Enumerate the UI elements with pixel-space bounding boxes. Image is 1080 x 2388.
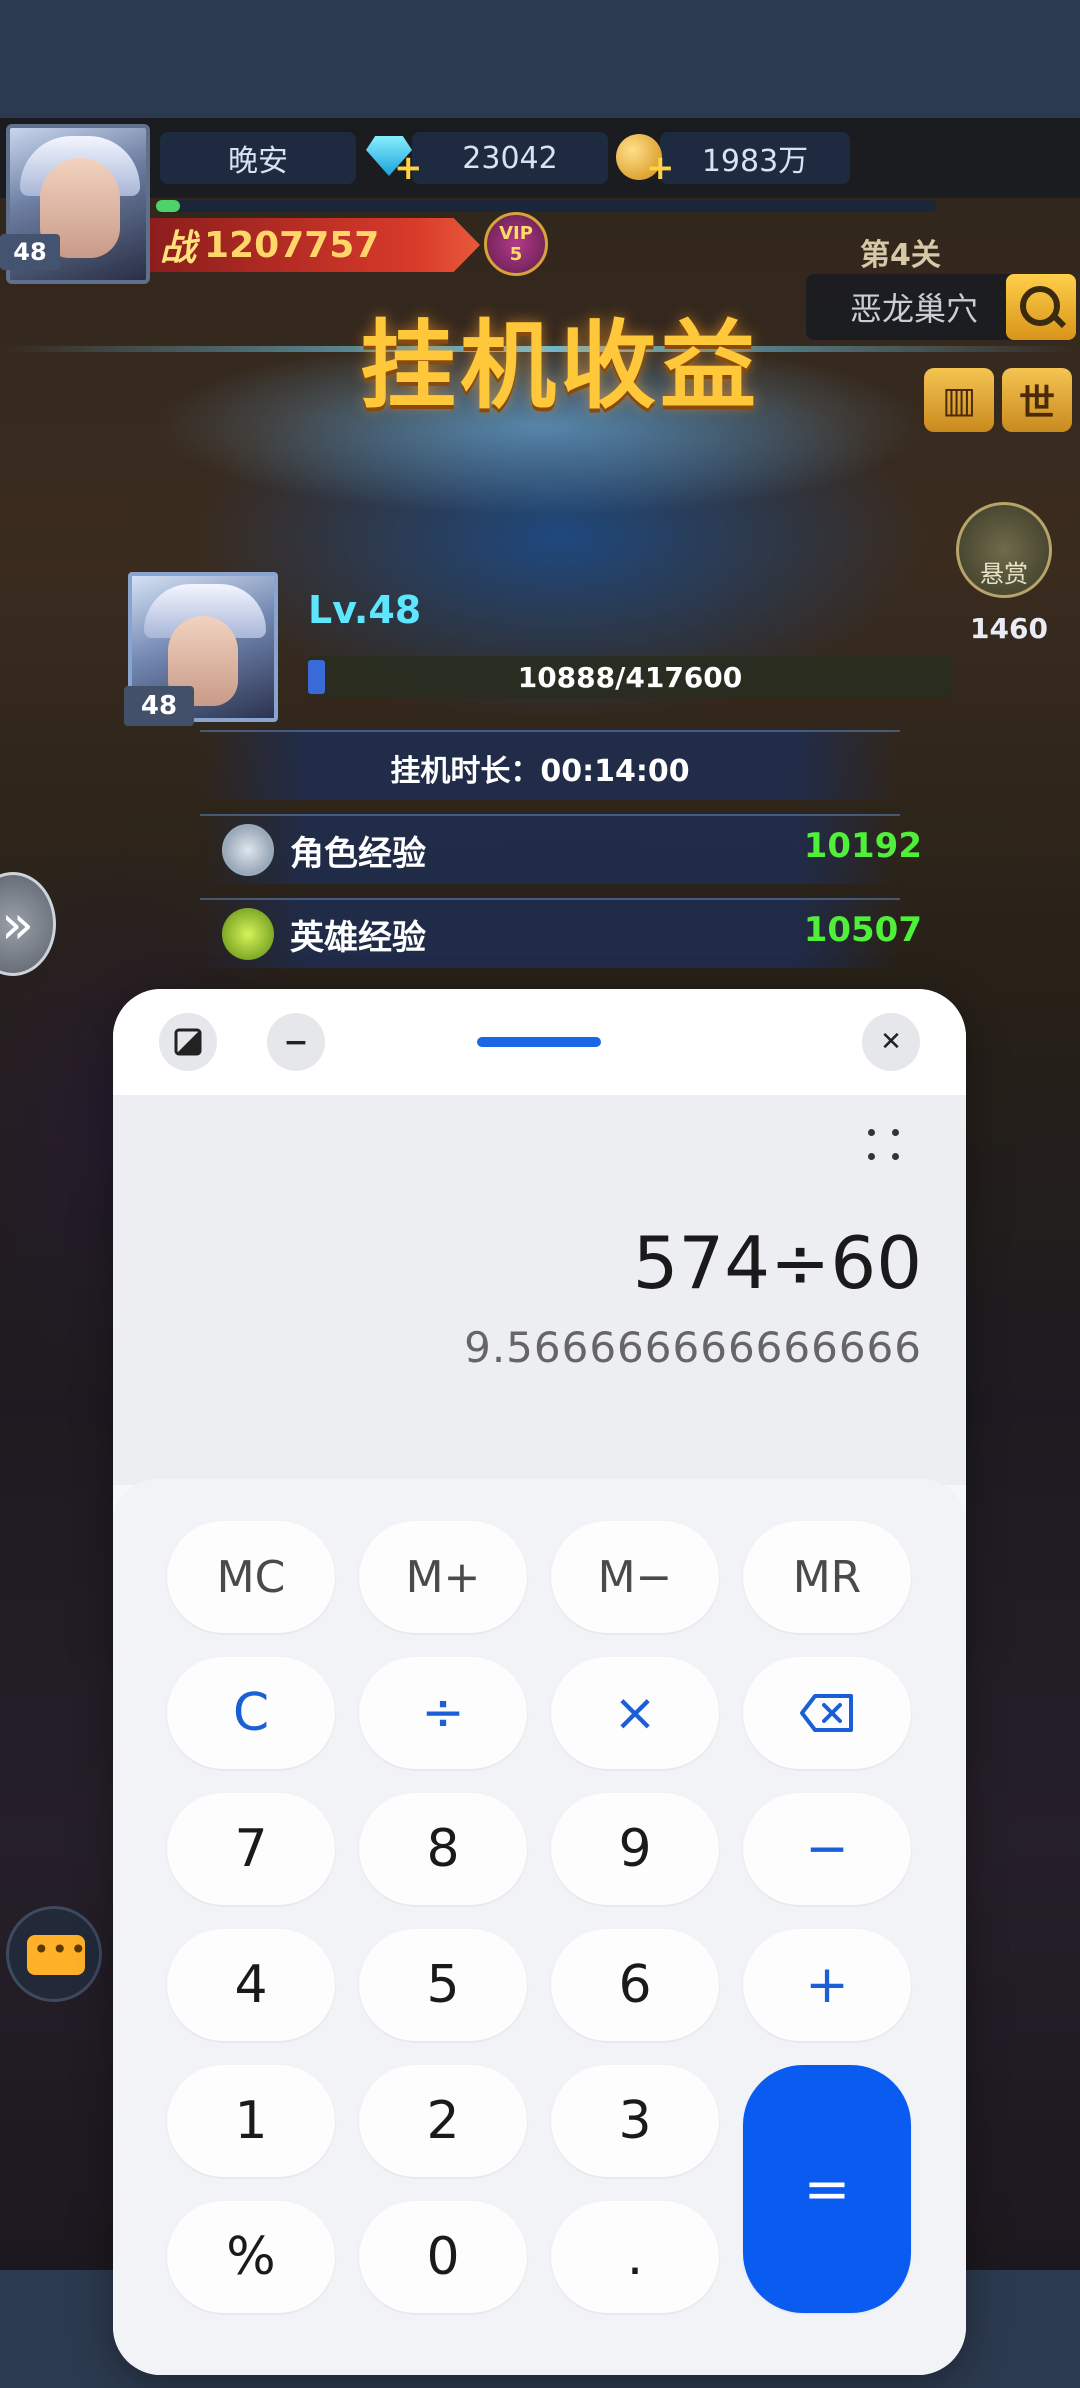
key-5[interactable]: 5	[359, 1929, 527, 2041]
result-preview: 9.566666666666666	[464, 1323, 922, 1372]
expression: 574÷60	[632, 1221, 922, 1305]
bounty-value: 1460	[970, 612, 1048, 645]
hero-exp-text: 10888/417600	[517, 660, 743, 694]
m-minus-button[interactable]: M−	[551, 1521, 719, 1633]
keypad: MC M+ M− MR C ÷ × 7 8 9 − 4 5 6 + 1 2 3 …	[113, 1479, 966, 2375]
plus-button[interactable]: +	[743, 1929, 911, 2041]
percent-button[interactable]: %	[167, 2201, 335, 2313]
vip-label: VIP	[499, 223, 533, 244]
calculator-display: 574÷60 9.566666666666666	[113, 1095, 966, 1485]
m-plus-button[interactable]: M+	[359, 1521, 527, 1633]
key-4[interactable]: 4	[167, 1929, 335, 2041]
more-options-icon[interactable]	[864, 1125, 904, 1165]
vip-badge[interactable]: VIP 5	[484, 212, 548, 276]
equals-button[interactable]: =	[743, 2065, 911, 2313]
key-8[interactable]: 8	[359, 1793, 527, 1905]
key-2[interactable]: 2	[359, 2065, 527, 2177]
reward-label-hero-exp: 英雄经验	[290, 918, 426, 958]
minus-button[interactable]: −	[743, 1793, 911, 1905]
calculator-window: − ✕ 574÷60 9.566666666666666 MC M+ M− MR…	[113, 989, 966, 2375]
hero-level-badge: 48	[124, 686, 194, 726]
search-icon[interactable]	[1006, 274, 1076, 340]
key-9[interactable]: 9	[551, 1793, 719, 1905]
multiply-button[interactable]: ×	[551, 1657, 719, 1769]
close-button[interactable]: ✕	[862, 1013, 920, 1071]
hero-exp-bar: 10888/417600	[308, 656, 952, 698]
gold-add-icon[interactable]	[612, 130, 675, 188]
reward-label-exp: 角色经验	[290, 834, 426, 874]
mr-button[interactable]: MR	[743, 1521, 911, 1633]
drag-handle[interactable]	[477, 1037, 601, 1047]
window-mode-glyph	[174, 1028, 202, 1056]
exp-icon	[222, 824, 274, 876]
gold-count: 1983万	[660, 132, 850, 184]
diamond-count: 23042	[412, 132, 608, 184]
chat-icon[interactable]	[6, 1906, 102, 2002]
clear-button[interactable]: C	[167, 1657, 335, 1769]
key-1[interactable]: 1	[167, 2065, 335, 2177]
backspace-button[interactable]	[743, 1657, 911, 1769]
status-bar-area	[0, 0, 1080, 118]
world-button[interactable]: 世	[1002, 368, 1072, 432]
stage-label: 第4关	[860, 238, 941, 273]
combat-power: 战 1207757	[150, 218, 480, 272]
expand-arrow-icon[interactable]	[0, 872, 56, 976]
book-icon[interactable]: ▥	[924, 368, 994, 432]
diamond-add-icon[interactable]	[360, 130, 423, 188]
key-6[interactable]: 6	[551, 1929, 719, 2041]
window-mode-icon[interactable]	[159, 1013, 217, 1071]
bounty-label: 悬赏	[980, 560, 1028, 588]
decimal-button[interactable]: .	[551, 2201, 719, 2313]
player-name: 晚安	[160, 132, 356, 184]
reward-value-hero-exp: 10507	[803, 910, 922, 950]
divide-button[interactable]: ÷	[359, 1657, 527, 1769]
key-0[interactable]: 0	[359, 2201, 527, 2313]
calculator-titlebar[interactable]: − ✕	[113, 989, 966, 1095]
key-3[interactable]: 3	[551, 2065, 719, 2177]
player-level-badge: 48	[0, 234, 60, 270]
reward-value-exp: 10192	[803, 826, 922, 866]
banner-title: 挂机收益	[360, 310, 760, 422]
bounty-button[interactable]: 悬赏	[956, 502, 1052, 598]
minimize-button[interactable]: −	[267, 1013, 325, 1071]
mc-button[interactable]: MC	[167, 1521, 335, 1633]
key-7[interactable]: 7	[167, 1793, 335, 1905]
hero-level-text: Lv.48	[308, 588, 422, 632]
vip-level: 5	[509, 244, 523, 265]
hero-exp-icon	[222, 908, 274, 960]
power-prefix: 战	[160, 228, 197, 269]
power-value: 1207757	[204, 224, 380, 266]
idle-duration: 挂机时长：00:14:00	[390, 754, 690, 789]
player-xp-bar	[156, 200, 936, 212]
backspace-icon	[800, 1694, 853, 1732]
